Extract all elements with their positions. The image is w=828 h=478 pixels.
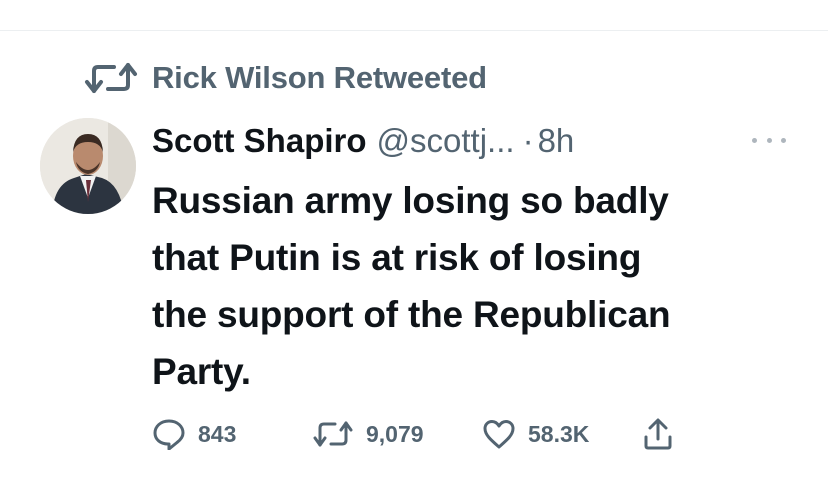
more-dot <box>752 137 757 143</box>
tweet-actions: 843 9,079 58.3K <box>152 414 712 454</box>
tweet-text-line: Party. <box>152 351 251 392</box>
more-dot <box>781 137 786 143</box>
avatar[interactable] <box>40 118 136 214</box>
reply-button[interactable]: 843 <box>152 414 236 454</box>
author-handle[interactable]: @scottj... <box>377 122 515 160</box>
tweet-text: Russian army losing so badly that Putin … <box>152 172 802 400</box>
tweet-text-line: Russian army losing so badly <box>152 180 669 221</box>
top-divider <box>0 30 828 31</box>
like-count: 58.3K <box>528 420 590 447</box>
retweet-context[interactable]: Rick Wilson Retweeted <box>84 58 487 98</box>
retweet-count: 9,079 <box>366 420 424 447</box>
share-button[interactable] <box>642 414 674 454</box>
more-dot <box>766 137 772 143</box>
tweet-text-line: that Putin is at risk of losing <box>152 237 642 278</box>
retweet-button[interactable]: 9,079 <box>312 414 424 454</box>
more-icon[interactable] <box>752 130 786 150</box>
heart-icon <box>482 418 516 450</box>
author-name[interactable]: Scott Shapiro <box>152 122 367 160</box>
like-button[interactable]: 58.3K <box>482 414 589 454</box>
retweet-icon <box>312 419 354 449</box>
tweet-text-line: the support of the Republican <box>152 294 671 335</box>
retweet-context-label: Rick Wilson Retweeted <box>152 60 487 95</box>
tweet-timestamp[interactable]: 8h <box>538 122 575 160</box>
reply-count: 843 <box>198 420 237 447</box>
share-icon <box>642 417 674 451</box>
separator-dot: · <box>522 122 534 159</box>
reply-icon <box>152 418 186 450</box>
tweet-header: Scott Shapiro @scottj... · 8h <box>152 118 574 164</box>
retweet-icon <box>84 61 138 95</box>
